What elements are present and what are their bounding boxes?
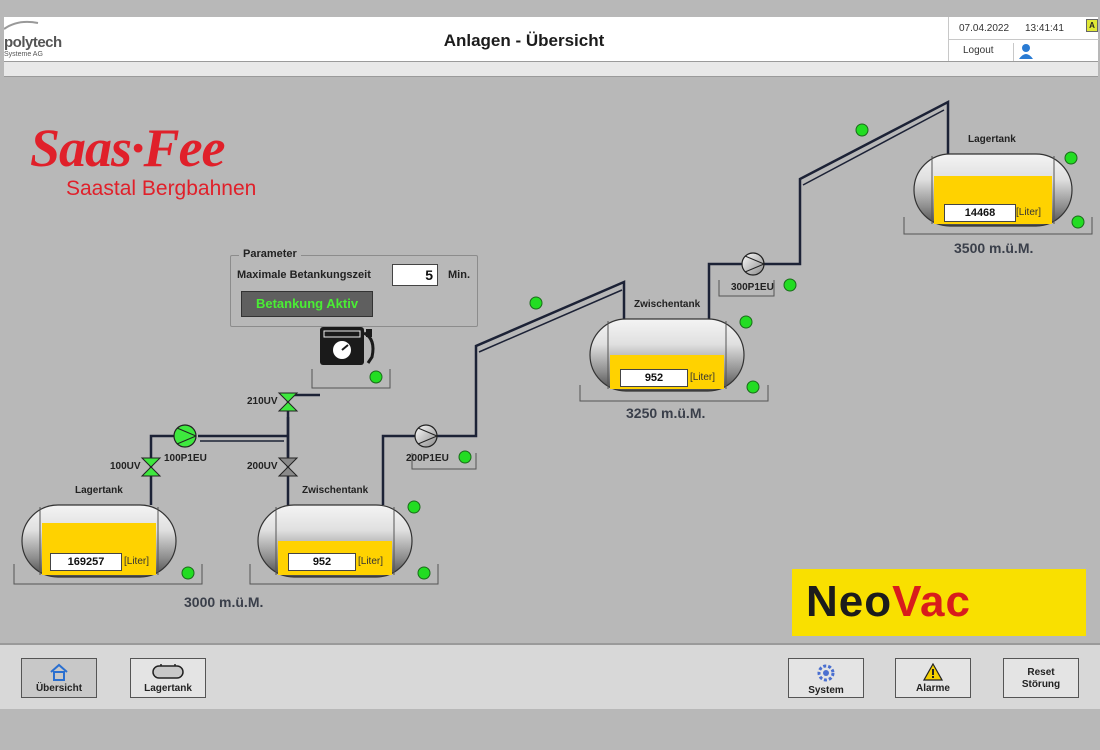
valve-200uv-icon xyxy=(277,457,299,477)
nav-overview-label: Übersicht xyxy=(35,683,83,694)
fuel-dispenser-icon xyxy=(320,327,375,365)
nav-alarms-label: Alarme xyxy=(916,683,950,694)
tank-name-lager-3000: Lagertank xyxy=(75,485,123,496)
altitude-3500: 3500 m.ü.M. xyxy=(954,240,1034,256)
nav-storage-tank-label: Lagertank xyxy=(144,683,192,694)
tank-level-zwischen-3000: 952 xyxy=(288,553,356,571)
nav-overview-button[interactable]: Übersicht xyxy=(21,658,97,698)
pump-100p1eu-label: 100P1EU xyxy=(164,453,207,464)
nav-storage-tank-button[interactable]: Lagertank xyxy=(130,658,206,698)
valve-100uv-label: 100UV xyxy=(110,461,141,472)
tank-name-zwischen-3250: Zwischentank xyxy=(634,299,701,310)
reset-fault-label-1: Reset xyxy=(1027,667,1055,678)
pump-300p1eu-label: 300P1EU xyxy=(731,282,774,293)
pump-200p1eu-label: 200P1EU xyxy=(406,453,449,464)
reset-fault-label-2: Störung xyxy=(1021,679,1061,690)
tank-name-zwischen-3000: Zwischentank xyxy=(302,485,369,496)
pipeline xyxy=(149,99,950,505)
tank-name-lager-3500: Lagertank xyxy=(968,134,1016,145)
valve-100uv-icon xyxy=(140,457,162,477)
altitude-3250: 3250 m.ü.M. xyxy=(626,405,706,421)
reset-fault-button[interactable]: Reset Störung xyxy=(1003,658,1079,698)
tank-level-lager-3500: 14468 xyxy=(944,204,1016,222)
nav-alarms-button[interactable]: Alarme xyxy=(895,658,971,698)
tank-unit-zwischen-3000: [Liter] xyxy=(358,556,384,567)
tank-unit-lager-3500: [Liter] xyxy=(1016,207,1042,218)
tank-level-zwischen-3250: 952 xyxy=(620,369,688,387)
valve-210uv-label: 210UV xyxy=(247,396,278,407)
tank-unit-zwischen-3250: [Liter] xyxy=(690,372,716,383)
footer-nav: Übersicht Lagertank System Alarme Reset … xyxy=(0,643,1100,709)
process-diagram xyxy=(13,99,1093,585)
valve-200uv-label: 200UV xyxy=(247,461,278,472)
pump-300p1eu-icon xyxy=(741,252,765,276)
altitude-3000: 3000 m.ü.M. xyxy=(184,594,264,610)
pump-200p1eu-icon xyxy=(414,424,438,448)
tank-icon xyxy=(152,664,184,679)
hmi-window: polytech Systeme AG Anlagen - Übersicht … xyxy=(4,17,1099,707)
valve-210uv-icon xyxy=(277,392,299,412)
warning-icon xyxy=(923,663,943,681)
pump-100p1eu-icon xyxy=(173,424,197,448)
gear-icon xyxy=(817,664,835,682)
home-icon xyxy=(50,663,68,681)
tank-level-lager-3000: 169257 xyxy=(50,553,122,571)
tank-unit-lager-3000: [Liter] xyxy=(124,556,150,567)
nav-system-label: System xyxy=(808,685,844,696)
neovac-logo: NeoVac xyxy=(792,569,1086,636)
tank-platforms xyxy=(13,217,1093,585)
nav-system-button[interactable]: System xyxy=(788,658,864,698)
neovac-logo-text: NeoVac xyxy=(806,577,971,626)
